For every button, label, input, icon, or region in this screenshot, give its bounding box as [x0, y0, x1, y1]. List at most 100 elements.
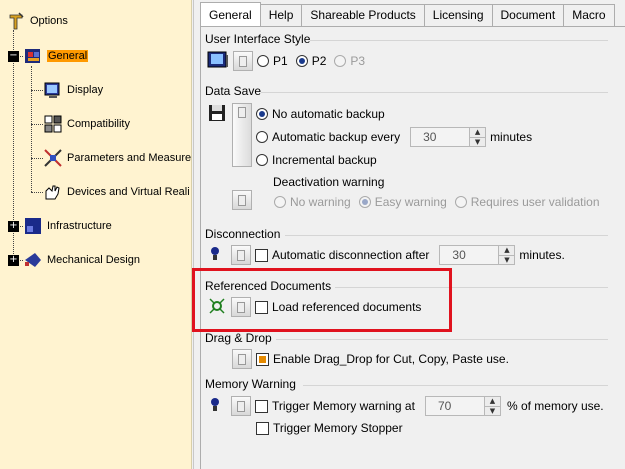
drag-drop-row: Enable Drag_Drop for Cut, Copy, Paste us… — [232, 349, 509, 369]
section-divider — [310, 40, 608, 41]
enable-drag-drop-label: Enable Drag_Drop for Cut, Copy, Paste us… — [273, 352, 509, 366]
spin-up-icon[interactable]: ▲ — [499, 246, 514, 255]
auto-disconnection-label: Automatic disconnection after — [272, 248, 430, 262]
auto-disconnection-checkbox[interactable] — [255, 248, 268, 262]
expand-infrastructure-icon[interactable]: + — [8, 221, 19, 232]
tree-item-infrastructure[interactable]: Infrastructure — [23, 215, 112, 237]
tree-item-label: Compatibility — [67, 118, 130, 130]
data-save-lock-button[interactable] — [232, 103, 252, 167]
tree-item-mechanical-design[interactable]: Mechanical Design — [23, 249, 140, 271]
auto-backup-spinner[interactable]: 30 ▲ ▼ — [410, 127, 487, 147]
lock-button[interactable] — [231, 396, 251, 416]
tab-document[interactable]: Document — [491, 4, 565, 26]
ui-style-p1-label: P1 — [273, 54, 288, 68]
section-title-ui-style: User Interface Style — [205, 32, 311, 46]
enable-drag-drop-checkbox[interactable] — [256, 352, 269, 366]
tab-macro[interactable]: Macro — [563, 4, 615, 26]
tree-item-general[interactable]: General — [23, 45, 89, 67]
section-title-data-save: Data Save — [205, 84, 262, 98]
auto-backup-label: Automatic backup every — [272, 130, 401, 144]
display-icon — [43, 80, 63, 100]
tree-item-label: General — [47, 50, 89, 62]
section-title-memory-warning: Memory Warning — [205, 377, 296, 391]
tree-item-label: Options — [30, 15, 68, 27]
tree-item-label: Mechanical Design — [47, 254, 140, 266]
tree-connector — [31, 66, 32, 192]
disconnection-row: Automatic disconnection after 30 ▲ ▼ minu… — [209, 245, 565, 265]
tree-item-display[interactable]: Display — [43, 79, 103, 101]
tree-item-devices[interactable]: Devices and Virtual Reali — [43, 181, 190, 203]
lock-button[interactable] — [233, 51, 253, 71]
expand-mechanical-icon[interactable]: + — [8, 255, 19, 266]
tree-item-label: Parameters and Measure — [67, 152, 192, 164]
spin-down-icon[interactable]: ▼ — [499, 255, 515, 265]
incremental-backup-label: Incremental backup — [272, 153, 377, 167]
ui-style-p2-radio[interactable] — [295, 55, 308, 67]
deactivation-lock-button[interactable] — [232, 190, 252, 210]
trigger-memory-warning-checkbox[interactable] — [255, 399, 268, 413]
section-divider — [261, 92, 608, 93]
tab-bar: General Help Shareable Products Licensin… — [200, 2, 615, 26]
tree-connector — [31, 90, 43, 91]
auto-backup-unit: minutes — [490, 130, 533, 144]
section-divider — [303, 385, 608, 386]
section-divider — [285, 235, 608, 236]
spin-down-icon[interactable]: ▼ — [484, 406, 500, 416]
incremental-backup-row[interactable]: Incremental backup — [256, 153, 377, 167]
lock-button[interactable] — [231, 245, 251, 265]
auto-backup-radio[interactable] — [256, 131, 268, 143]
tree-item-parameters[interactable]: Parameters and Measure — [43, 147, 191, 169]
memory-warning-row: Trigger Memory warning at 70 ▲ ▼ % of mem… — [209, 396, 604, 416]
lock-button[interactable] — [232, 349, 252, 369]
highlight-box — [192, 268, 452, 332]
infrastructure-icon — [23, 216, 43, 236]
memory-stopper-row[interactable]: Trigger Memory Stopper — [256, 421, 403, 435]
incremental-backup-radio[interactable] — [256, 154, 268, 166]
tab-licensing[interactable]: Licensing — [423, 4, 493, 26]
memory-bulb-icon — [209, 397, 223, 416]
disconnection-bulb-icon — [209, 246, 223, 265]
memory-spinner[interactable]: 70 ▲ ▼ — [424, 396, 501, 416]
deactivation-options-row: No warning Easy warning Requires user va… — [274, 195, 600, 209]
tab-general[interactable]: General — [200, 2, 261, 26]
no-backup-radio[interactable] — [256, 108, 268, 120]
general-icon — [23, 46, 43, 66]
tree-connector — [31, 158, 43, 159]
auto-backup-row: Automatic backup every 30 ▲ ▼ minutes — [256, 127, 532, 147]
deactivation-warning-title: Deactivation warning — [273, 175, 385, 189]
tree-item-options[interactable]: Options — [6, 10, 68, 32]
auto-backup-value: 30 — [423, 130, 437, 144]
spin-up-icon[interactable]: ▲ — [470, 128, 485, 137]
tab-shareable-products[interactable]: Shareable Products — [301, 4, 425, 26]
tree-item-compatibility[interactable]: Compatibility — [43, 113, 130, 135]
ui-style-p1-radio[interactable] — [257, 55, 269, 67]
trigger-memory-stopper-checkbox[interactable] — [256, 421, 269, 435]
requires-validation-label: Requires user validation — [470, 195, 600, 209]
disconnection-spinner[interactable]: 30 ▲ ▼ — [439, 245, 516, 265]
section-title-drag-drop: Drag & Drop — [205, 331, 272, 345]
collapse-general-icon[interactable]: − — [8, 51, 19, 62]
spin-up-icon[interactable]: ▲ — [485, 397, 500, 406]
disconnection-unit: minutes. — [519, 248, 565, 262]
ui-style-monitor-icon — [207, 51, 228, 71]
disconnection-value: 30 — [452, 248, 466, 262]
trigger-memory-warning-label: Trigger Memory warning at — [272, 399, 415, 413]
easy-warning-radio — [358, 196, 371, 208]
tree-item-label: Devices and Virtual Reali — [67, 186, 190, 198]
no-warning-label: No warning — [290, 195, 351, 209]
ui-style-p3-label: P3 — [350, 54, 366, 68]
no-backup-label: No automatic backup — [272, 107, 385, 121]
section-title-disconnection: Disconnection — [205, 227, 281, 241]
ui-style-row: P1 P2 P3 — [207, 51, 365, 71]
spin-down-icon[interactable]: ▼ — [470, 137, 486, 147]
parameters-icon — [43, 148, 63, 168]
section-divider — [276, 339, 608, 340]
trigger-memory-stopper-label: Trigger Memory Stopper — [273, 421, 403, 435]
no-backup-row[interactable]: No automatic backup — [256, 107, 385, 121]
tab-help[interactable]: Help — [259, 4, 303, 26]
compatibility-icon — [43, 114, 63, 134]
requires-validation-radio — [454, 196, 467, 208]
tree-connector — [31, 192, 43, 193]
easy-warning-label: Easy warning — [374, 195, 447, 209]
options-tree-icon — [6, 11, 26, 31]
